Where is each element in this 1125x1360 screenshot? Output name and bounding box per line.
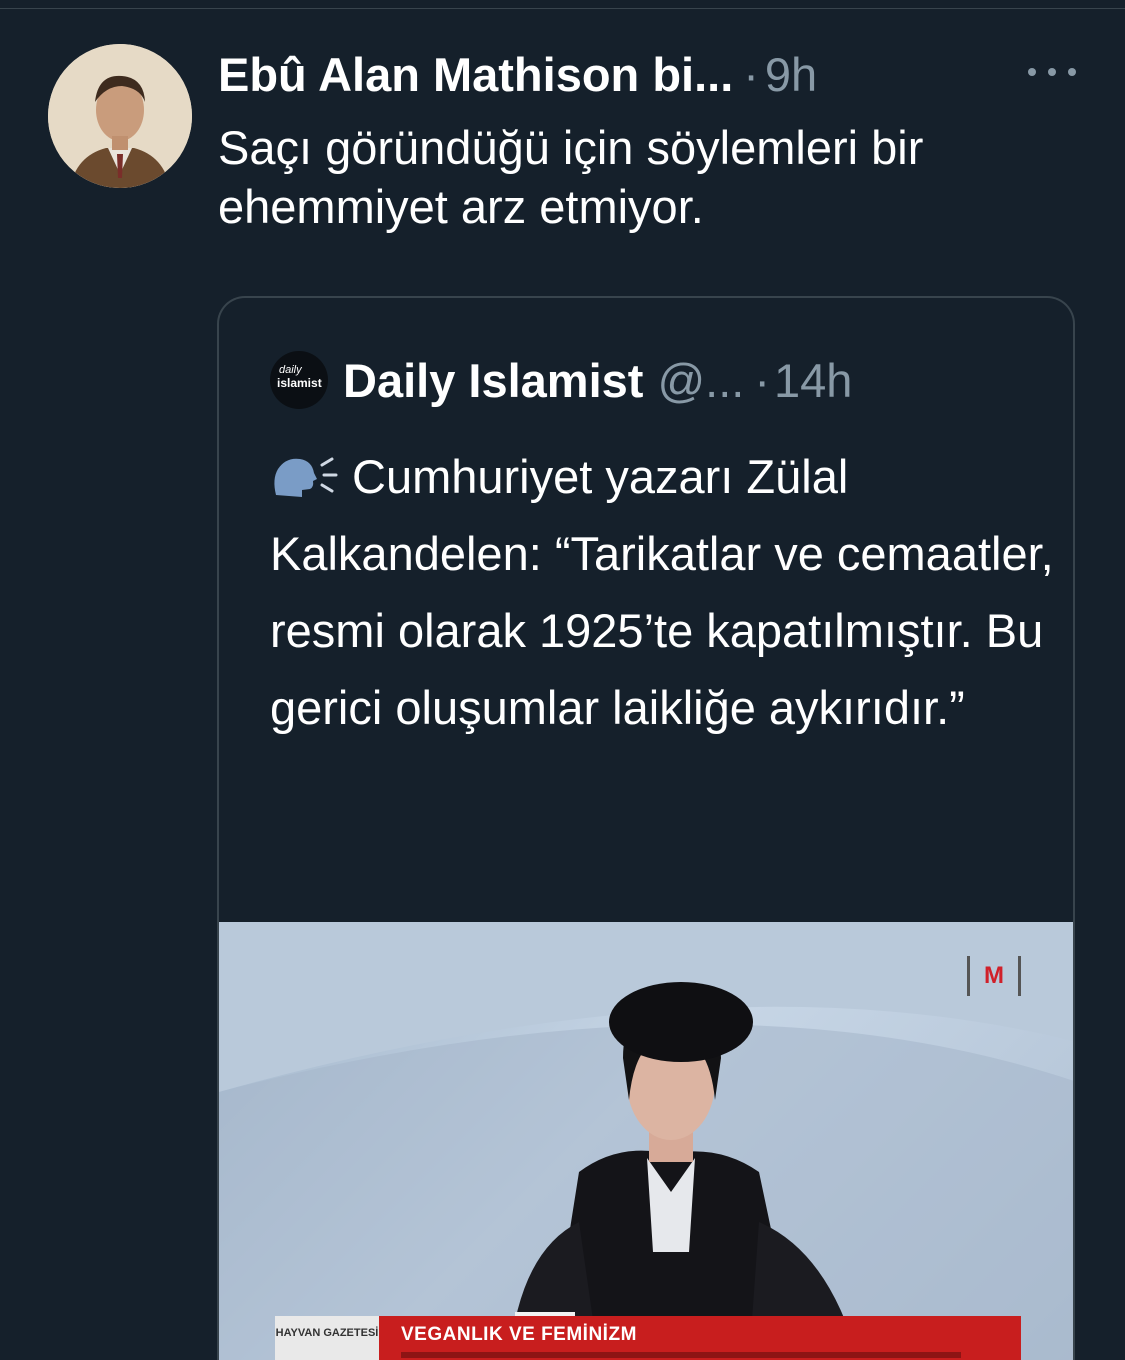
more-dot [1068,68,1076,76]
speaking-head-icon [274,457,338,497]
lower-third-strip [401,1352,961,1358]
quoted-tweet-text: Cumhuriyet yazarı Zülal Kalkandelen: “Ta… [270,438,1060,746]
quoted-tweet-timestamp: 14h [773,353,853,407]
more-dot [1048,68,1056,76]
more-dot [1028,68,1036,76]
quoted-tweet-image[interactable]: M HAYVAN GAZETESİ VEGANLIK VE FEMİNİZM [219,922,1073,1360]
more-options-icon[interactable] [1028,62,1076,82]
lower-third-title: VEGANLIK VE FEMİNİZM [401,1324,637,1345]
lower-third-channel: HAYVAN GAZETESİ [275,1316,379,1360]
channel-logo: M [967,956,1021,996]
quoted-author-name[interactable]: Daily Islamist [343,353,643,408]
tweet-header: Ebû Alan Mathison bi... · 9h [218,44,817,104]
tv-studio-image [219,922,1073,1360]
separator-dot: · [754,353,770,407]
separator-dot: · [743,47,759,101]
avatar-portrait [48,44,192,188]
avatar-text-daily: daily [279,364,302,376]
quoted-tweet-body: Cumhuriyet yazarı Zülal Kalkandelen: “Ta… [270,450,1054,734]
tweet-text: Saçı göründüğü için söylemleri bir ehemm… [218,121,924,233]
quoted-tweet-header: Daily Islamist @... · 14h [343,350,852,410]
avatar-text-islamist: islamist [277,376,322,390]
quoted-author-handle: @... [657,353,745,407]
divider [0,8,1125,9]
tweet-timestamp[interactable]: 9h [765,47,817,102]
tv-lower-third: HAYVAN GAZETESİ VEGANLIK VE FEMİNİZM [275,1316,1021,1360]
quoted-author-avatar[interactable]: daily islamist [270,351,328,409]
quoted-tweet-card[interactable]: daily islamist Daily Islamist @... · 14h… [217,296,1075,1360]
author-name[interactable]: Ebû Alan Mathison bi... [218,47,733,102]
author-avatar[interactable] [48,44,192,188]
